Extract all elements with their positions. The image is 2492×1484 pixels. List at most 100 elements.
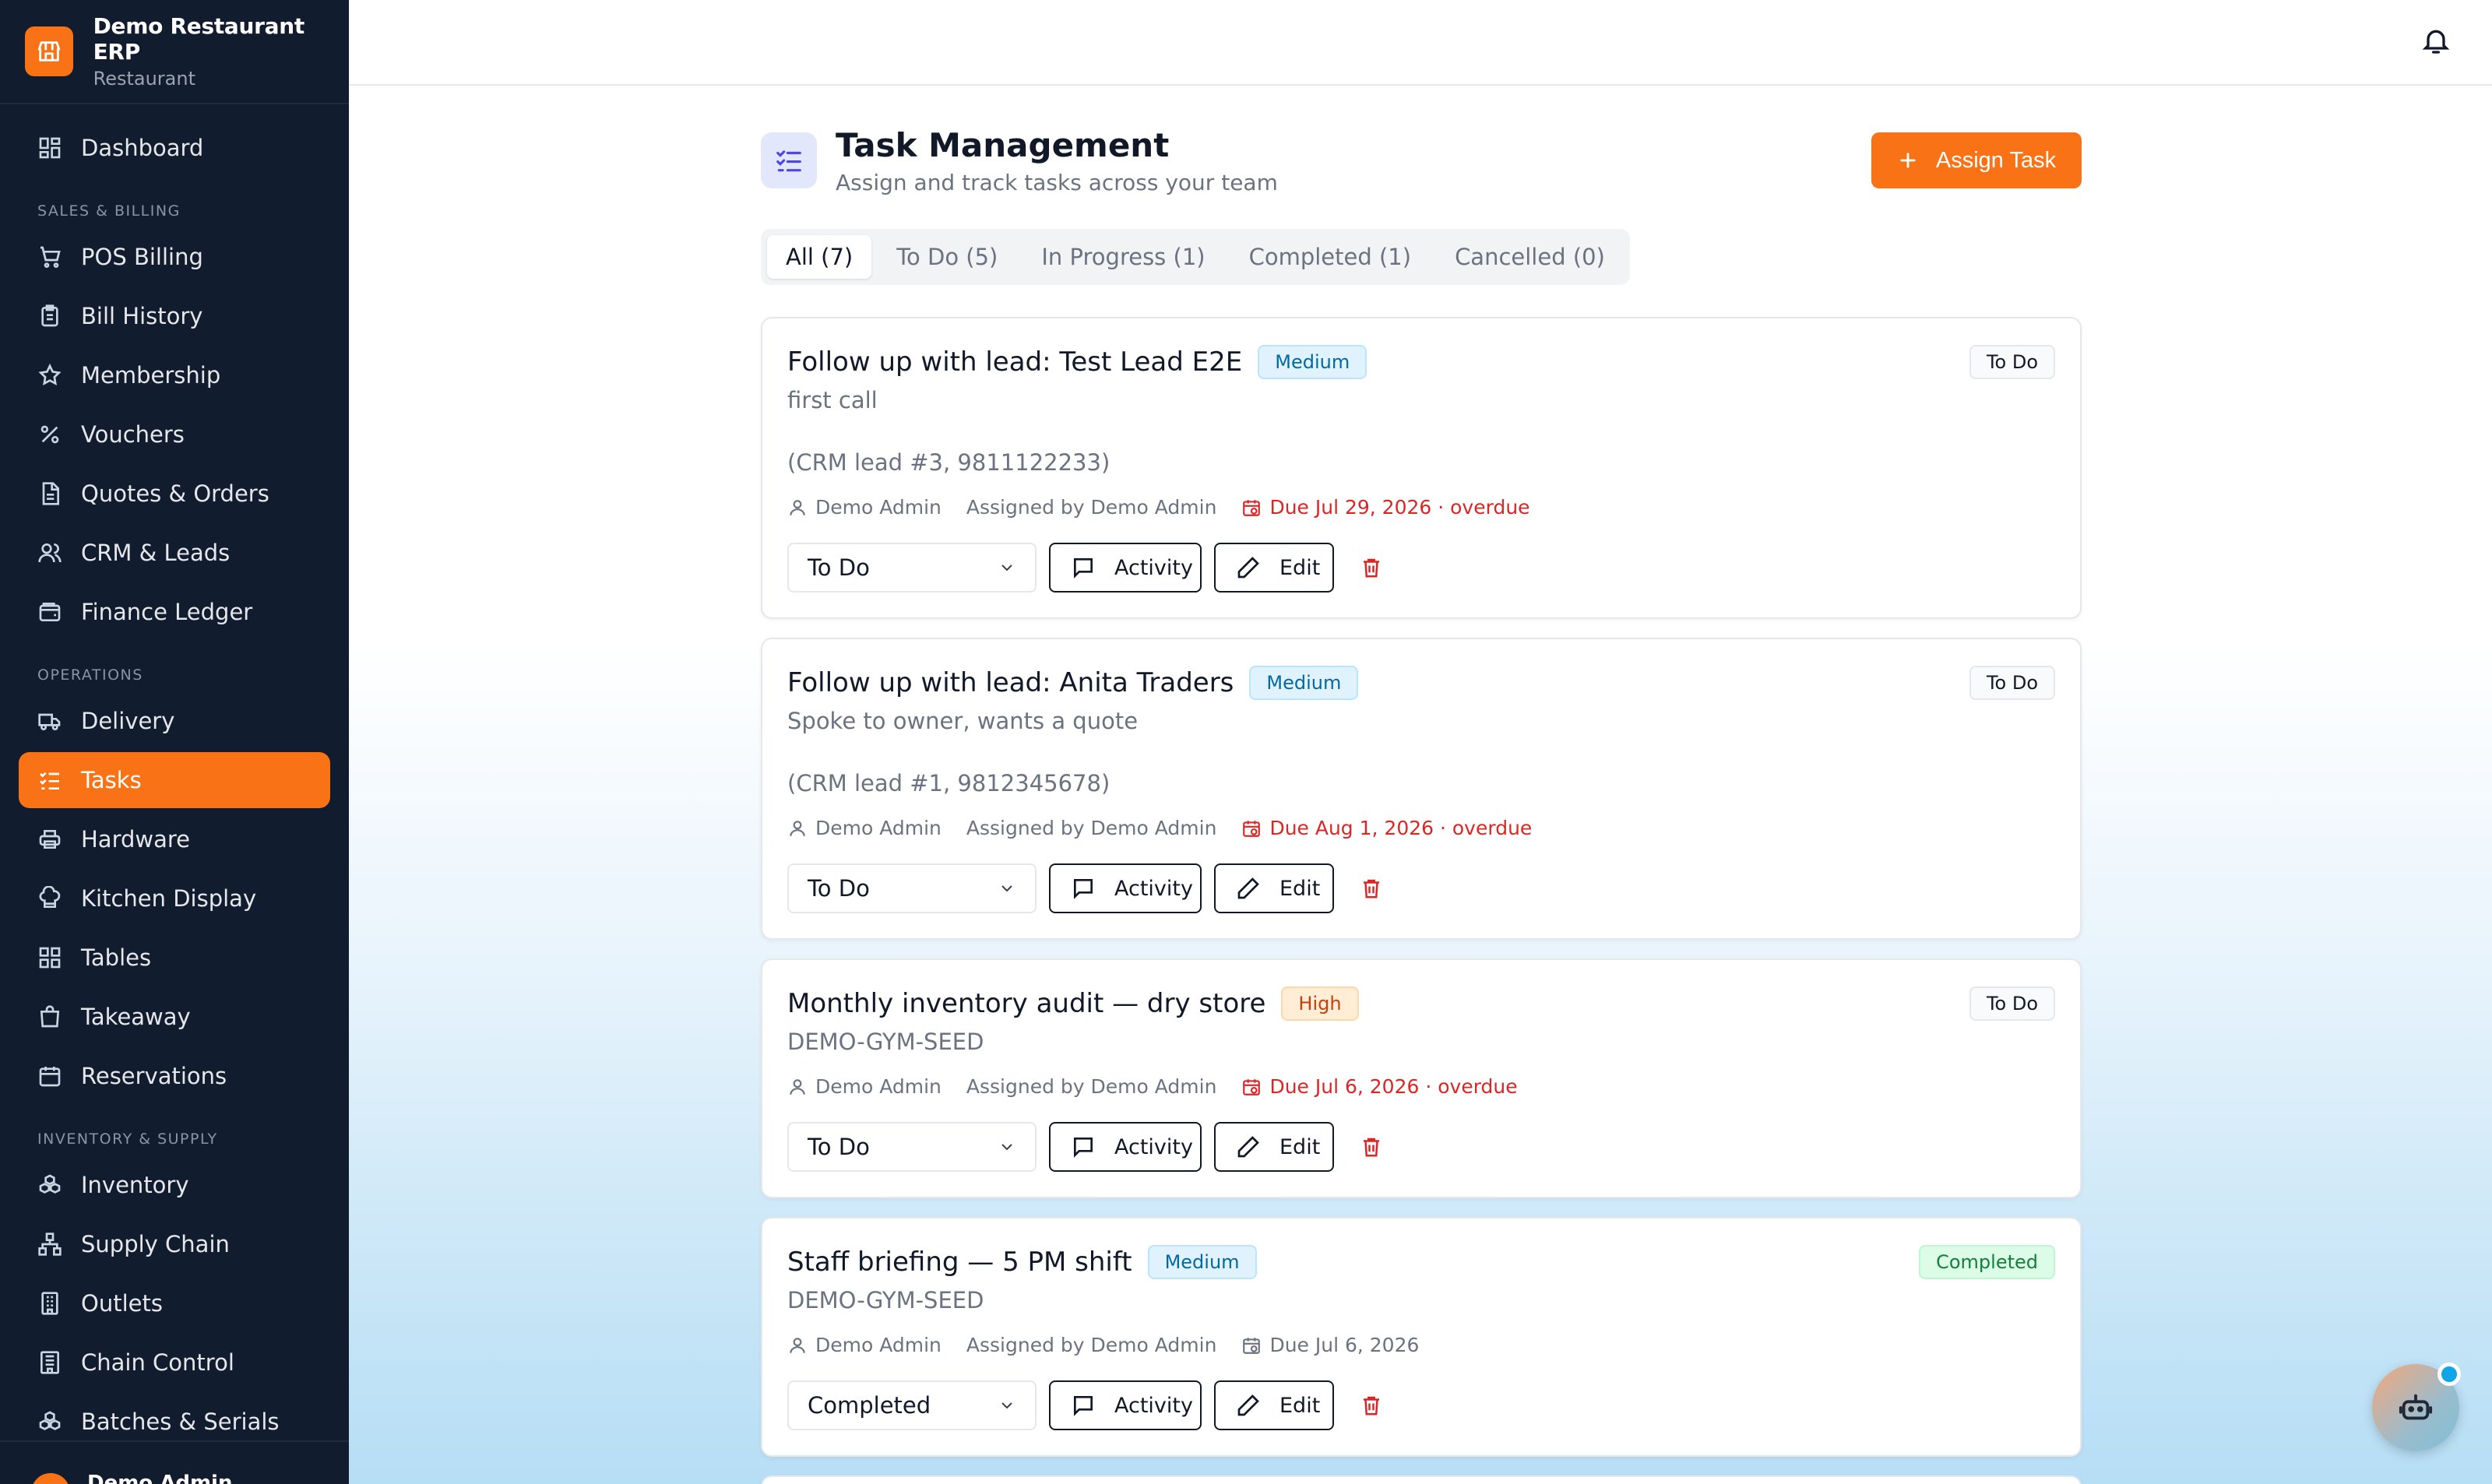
task-title: Monthly inventory audit — dry store [787,988,1266,1019]
sidebar-item-label: Membership [81,362,221,389]
delete-button[interactable] [1346,543,1396,593]
status-badge: To Do [1969,986,2055,1021]
pencil-icon [1237,1394,1259,1416]
task-description: Spoke to owner, wants a quote [787,708,1139,734]
page-title: Task Management [836,126,1170,164]
tab-all[interactable]: All (7) [767,235,872,279]
task-card [761,1475,2082,1484]
assistant-bot-button[interactable] [2372,1363,2461,1451]
edit-button[interactable]: Edit [1214,863,1334,913]
tab-completed[interactable]: Completed (1) [1230,235,1430,279]
bag-icon [40,1005,60,1028]
priority-badge: High [1281,986,1359,1021]
star-icon [38,363,62,385]
trash-icon [1364,558,1379,578]
sidebar-item-inventory[interactable]: Inventory [19,1157,330,1213]
sidebar-item-chain-control[interactable]: Chain Control [19,1335,330,1391]
status-select-value: To Do [808,875,870,902]
sidebar-item-pos-billing[interactable]: POS Billing [19,229,330,285]
task-heading: Monthly inventory audit — dry store High [787,986,1359,1021]
sidebar-item-dashboard[interactable]: Dashboard [19,120,330,176]
due-text: Due Jul 6, 2026 [1269,1334,1420,1356]
due-date: Due Jul 6, 2026 [1241,1334,1419,1356]
sidebar-item-label: CRM & Leads [81,540,231,566]
task-meta: Demo Admin Assigned by Demo Admin Due Ju… [787,1334,1419,1356]
status-select[interactable]: To Do [787,863,1037,913]
sidebar-item-crm-leads[interactable]: CRM & Leads [19,525,330,581]
sidebar-item-bill-history[interactable]: Bill History [19,288,330,344]
activity-button[interactable]: Activity [1049,1122,1202,1172]
sidebar-item-outlets[interactable]: Outlets [19,1275,330,1331]
sidebar-nav: Dashboard SALES & BILLING POS Billing Bi… [0,104,349,1450]
boxes-icon [39,1174,61,1194]
sidebar-item-label: Bill History [81,303,203,329]
tab-todo[interactable]: To Do (5) [878,235,1016,279]
trash-icon [1364,879,1379,898]
priority-badge: Medium [1249,666,1359,700]
edit-label: Edit [1279,1134,1321,1159]
assignee: Demo Admin [815,1334,942,1356]
edit-button[interactable]: Edit [1214,1380,1334,1430]
message-square-icon [1074,1138,1093,1158]
sidebar: Demo Restaurant ERP Restaurant Dashboard… [0,0,349,1484]
delete-button[interactable] [1346,1122,1396,1172]
wallet-icon [39,603,61,621]
sidebar-item-kitchen-display[interactable]: Kitchen Display [19,870,330,927]
user-icon [790,820,805,836]
sidebar-item-label: Reservations [81,1063,227,1089]
brand-title: Demo Restaurant ERP [93,13,305,65]
sidebar-item-quotes-orders[interactable]: Quotes & Orders [19,466,330,522]
assignee: Demo Admin [815,1075,942,1098]
sidebar-item-supply-chain[interactable]: Supply Chain [19,1216,330,1272]
status-select[interactable]: Completed [787,1380,1037,1430]
sidebar-item-label: Delivery [81,708,175,734]
edit-button[interactable]: Edit [1214,1122,1334,1172]
sidebar-item-label: Kitchen Display [81,885,257,912]
sidebar-user[interactable]: Demo Admin [0,1440,349,1484]
tab-in-progress[interactable]: In Progress (1) [1022,235,1223,279]
activity-button[interactable]: Activity [1049,543,1202,593]
brand: Demo Restaurant ERP Restaurant [0,0,349,104]
sidebar-item-membership[interactable]: Membership [19,347,330,403]
grid-icon [39,947,61,969]
sidebar-item-reservations[interactable]: Reservations [19,1048,330,1104]
priority-badge: Medium [1147,1245,1257,1279]
due-text: Due Jul 6, 2026 · overdue [1269,1075,1518,1098]
sidebar-item-vouchers[interactable]: Vouchers [19,406,330,462]
sidebar-item-label: Chain Control [81,1349,234,1376]
sidebar-item-takeaway[interactable]: Takeaway [19,989,330,1045]
edit-button[interactable]: Edit [1214,543,1334,593]
status-badge: Completed [1919,1245,2055,1279]
checklist-icon [40,772,59,789]
message-square-icon [1074,879,1093,899]
sidebar-item-tables[interactable]: Tables [19,930,330,986]
assign-task-button[interactable]: Assign Task [1871,132,2082,188]
sidebar-item-label: Dashboard [81,135,204,161]
edit-label: Edit [1279,1393,1321,1418]
activity-button[interactable]: Activity [1049,863,1202,913]
sidebar-item-label: Batches & Serials [81,1408,280,1435]
page-subtitle: Assign and track tasks across your team [836,170,1278,195]
sidebar-item-finance-ledger[interactable]: Finance Ledger [19,584,330,640]
delete-button[interactable] [1346,1380,1396,1430]
activity-label: Activity [1114,1393,1193,1418]
status-select[interactable]: To Do [787,1122,1037,1172]
task-description: DEMO-GYM-SEED [787,1287,984,1313]
due-date: Due Jul 6, 2026 · overdue [1241,1075,1518,1098]
sidebar-item-delivery[interactable]: Delivery [19,693,330,749]
tab-cancelled[interactable]: Cancelled (0) [1436,235,1624,279]
task-meta: Demo Admin Assigned by Demo Admin Due Au… [787,817,1532,839]
assignee: Demo Admin [815,817,942,839]
main-content: Task Management Assign and track tasks a… [349,86,2492,1484]
assigned-by: Assigned by Demo Admin [966,1334,1217,1356]
sidebar-item-hardware[interactable]: Hardware [19,811,330,867]
status-select[interactable]: To Do [787,543,1037,593]
delete-button[interactable] [1346,863,1396,913]
chevron-down-icon [1001,564,1012,571]
sidebar-item-tasks[interactable]: Tasks [19,752,330,808]
task-actions: To Do Activity Edit [787,863,1396,913]
trash-icon [1364,1138,1379,1157]
bell-icon[interactable] [2420,25,2452,56]
activity-button[interactable]: Activity [1049,1380,1202,1430]
task-note: (CRM lead #3, 9811122233) [787,449,1110,476]
